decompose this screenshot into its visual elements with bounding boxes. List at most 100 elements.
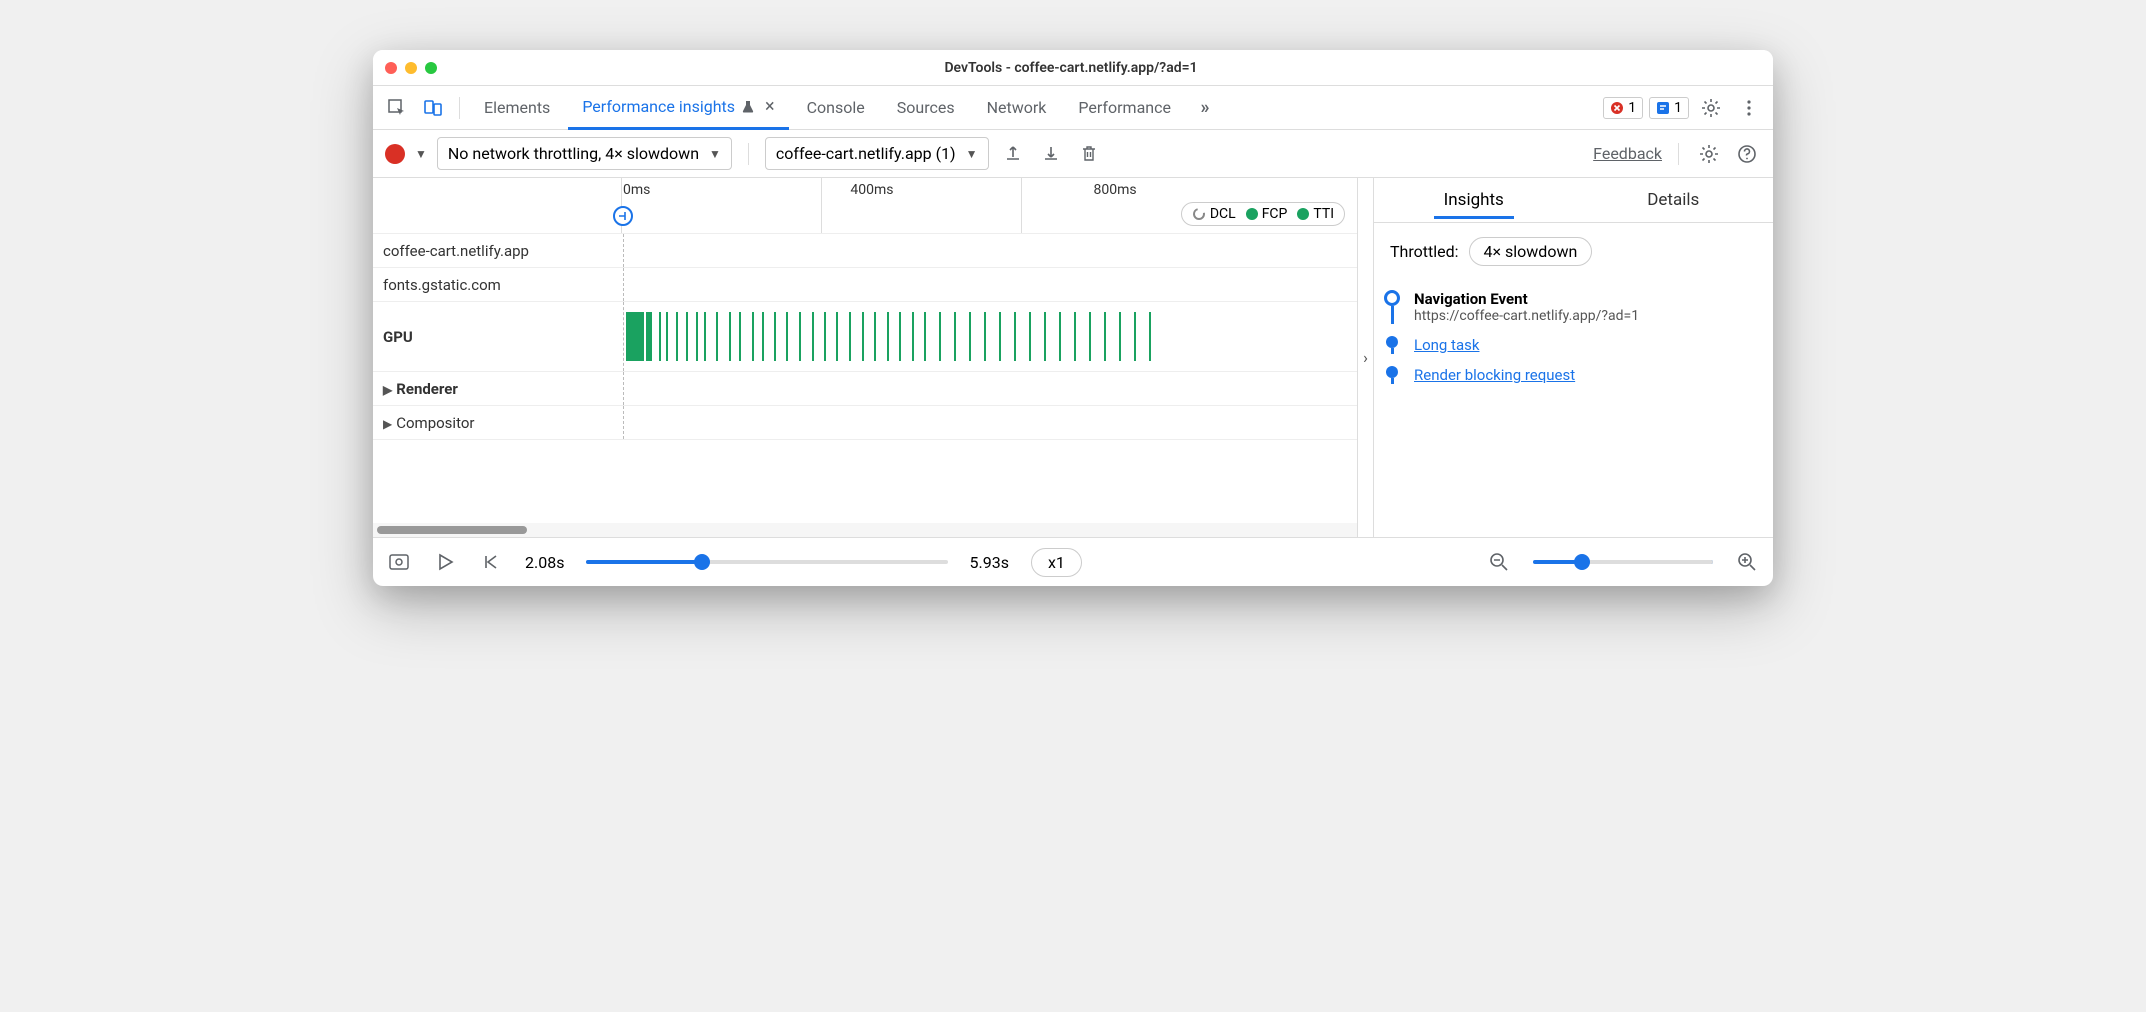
track-network-2[interactable]: fonts.gstatic.com bbox=[373, 268, 1357, 302]
metric-label: TTI bbox=[1313, 206, 1334, 222]
track-gpu[interactable]: GPU bbox=[373, 302, 1357, 372]
toolbar-separator bbox=[748, 143, 749, 165]
record-button[interactable] bbox=[385, 144, 405, 164]
delete-icon[interactable] bbox=[1075, 140, 1103, 168]
skip-back-icon[interactable] bbox=[479, 550, 503, 574]
tab-network[interactable]: Network bbox=[973, 86, 1061, 129]
track-label-text: Compositor bbox=[396, 414, 474, 432]
event-link[interactable]: Long task bbox=[1414, 336, 1479, 354]
event-render-blocking[interactable]: Render blocking request bbox=[1382, 360, 1763, 390]
right-panel: Insights Details Throttled: 4× slowdown … bbox=[1373, 178, 1773, 537]
tab-label: Network bbox=[987, 98, 1047, 117]
tab-label: Console bbox=[807, 98, 865, 117]
metric-tti[interactable]: TTI bbox=[1297, 206, 1334, 222]
select-value: coffee-cart.netlify.app (1) bbox=[776, 144, 956, 163]
recording-select[interactable]: coffee-cart.netlify.app (1) ▼ bbox=[765, 137, 989, 170]
inspect-icon[interactable] bbox=[381, 92, 413, 124]
throttling-select[interactable]: No network throttling, 4× slowdown ▼ bbox=[437, 137, 732, 170]
event-long-task[interactable]: Long task bbox=[1382, 330, 1763, 360]
tab-performance-insights[interactable]: Performance insights × bbox=[568, 86, 788, 130]
help-icon[interactable] bbox=[1733, 140, 1761, 168]
event-dot-icon bbox=[1386, 336, 1398, 348]
issue-icon bbox=[1656, 101, 1670, 115]
tab-label: Details bbox=[1647, 190, 1699, 210]
window-title: DevTools - coffee-cart.netlify.app/?ad=1 bbox=[437, 60, 1705, 76]
device-toggle-icon[interactable] bbox=[417, 92, 449, 124]
tab-label: Performance insights bbox=[582, 97, 735, 116]
chevron-right-icon: ▶ bbox=[383, 417, 392, 431]
tab-label: Elements bbox=[484, 98, 550, 117]
close-icon[interactable] bbox=[385, 62, 397, 74]
close-icon[interactable]: × bbox=[765, 96, 775, 117]
track-renderer[interactable]: ▶ Renderer bbox=[373, 372, 1357, 406]
track-compositor[interactable]: ▶ Compositor bbox=[373, 406, 1357, 440]
dot-icon bbox=[1246, 208, 1258, 220]
track-label-text: Renderer bbox=[396, 380, 458, 398]
tab-label: Sources bbox=[897, 98, 955, 117]
track-label: coffee-cart.netlify.app bbox=[383, 242, 623, 260]
loading-icon bbox=[1192, 207, 1206, 221]
chevron-down-icon: ▼ bbox=[709, 147, 721, 161]
maximize-icon[interactable] bbox=[425, 62, 437, 74]
panel-collapse-icon[interactable]: › bbox=[1357, 178, 1373, 537]
track-label: fonts.gstatic.com bbox=[383, 276, 623, 294]
event-link[interactable]: Render blocking request bbox=[1414, 366, 1575, 384]
tab-details[interactable]: Details bbox=[1574, 178, 1774, 222]
throttle-pill[interactable]: 4× slowdown bbox=[1469, 237, 1593, 266]
zoom-in-icon[interactable] bbox=[1735, 550, 1759, 574]
export-icon[interactable] bbox=[999, 140, 1027, 168]
scrollbar-thumb[interactable] bbox=[377, 526, 527, 534]
insights-toolbar: ▼ No network throttling, 4× slowdown ▼ c… bbox=[373, 130, 1773, 178]
kebab-menu-icon[interactable] bbox=[1733, 92, 1765, 124]
more-tabs-icon[interactable]: » bbox=[1189, 92, 1221, 124]
badge-count: 1 bbox=[1628, 100, 1636, 116]
ruler-tick-label: 400ms bbox=[850, 182, 893, 198]
import-icon[interactable] bbox=[1037, 140, 1065, 168]
settings-icon[interactable] bbox=[1695, 92, 1727, 124]
metric-fcp[interactable]: FCP bbox=[1246, 206, 1288, 222]
record-menu-icon[interactable]: ▼ bbox=[415, 147, 427, 161]
chevron-down-icon: ▼ bbox=[966, 147, 978, 161]
speed-pill[interactable]: x1 bbox=[1031, 548, 1082, 577]
tab-elements[interactable]: Elements bbox=[470, 86, 564, 129]
dot-icon bbox=[1297, 208, 1309, 220]
preview-icon[interactable] bbox=[387, 550, 411, 574]
tab-label: Performance bbox=[1078, 98, 1171, 117]
slider-thumb[interactable] bbox=[1574, 554, 1590, 570]
error-icon bbox=[1610, 101, 1624, 115]
play-icon[interactable] bbox=[433, 550, 457, 574]
event-navigation[interactable]: Navigation Event https://coffee-cart.net… bbox=[1382, 284, 1763, 330]
zoom-slider[interactable] bbox=[1533, 560, 1713, 564]
tabbar: Elements Performance insights × Console … bbox=[373, 86, 1773, 130]
metric-markers: DCL FCP TTI bbox=[1181, 202, 1345, 226]
playhead-start-icon[interactable] bbox=[613, 206, 633, 226]
tab-insights[interactable]: Insights bbox=[1374, 178, 1574, 222]
events-timeline: Navigation Event https://coffee-cart.net… bbox=[1374, 280, 1773, 537]
time-ruler[interactable]: 0ms 400ms 800ms DCL FCP TTI bbox=[373, 178, 1357, 234]
settings-icon[interactable] bbox=[1695, 140, 1723, 168]
metric-label: DCL bbox=[1210, 206, 1236, 222]
badge-count: 1 bbox=[1674, 100, 1682, 116]
slider-thumb[interactable] bbox=[694, 554, 710, 570]
playback-slider[interactable] bbox=[586, 560, 947, 564]
errors-badge[interactable]: 1 bbox=[1603, 97, 1643, 119]
playback-footer: 2.08s 5.93s x1 bbox=[373, 538, 1773, 586]
horizontal-scrollbar[interactable] bbox=[373, 523, 1357, 537]
issues-badge[interactable]: 1 bbox=[1649, 97, 1689, 119]
feedback-link[interactable]: Feedback bbox=[1593, 144, 1662, 163]
chevron-right-icon: ▶ bbox=[383, 383, 392, 397]
ruler-tick-label: 0ms bbox=[623, 182, 650, 198]
tab-performance[interactable]: Performance bbox=[1064, 86, 1185, 129]
tab-console[interactable]: Console bbox=[793, 86, 879, 129]
tab-sources[interactable]: Sources bbox=[883, 86, 969, 129]
toolbar-separator bbox=[1678, 143, 1679, 165]
throttle-label: Throttled: bbox=[1390, 242, 1459, 261]
minimize-icon[interactable] bbox=[405, 62, 417, 74]
tab-label: Insights bbox=[1444, 190, 1504, 210]
event-dot-icon bbox=[1386, 366, 1398, 378]
zoom-out-icon[interactable] bbox=[1487, 550, 1511, 574]
track-network-1[interactable]: coffee-cart.netlify.app bbox=[373, 234, 1357, 268]
throttle-info: Throttled: 4× slowdown bbox=[1374, 223, 1773, 280]
time-end-label: 5.93s bbox=[970, 553, 1009, 572]
metric-dcl[interactable]: DCL bbox=[1192, 206, 1236, 222]
